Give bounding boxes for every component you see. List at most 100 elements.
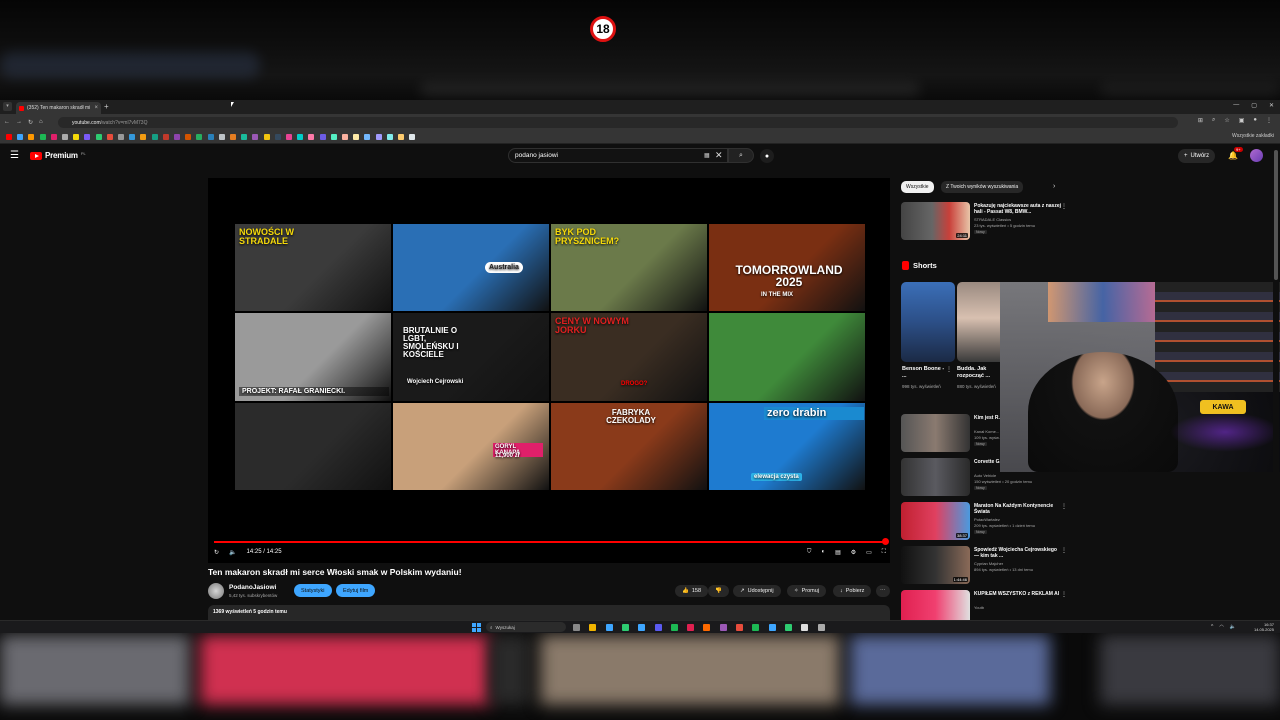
taskbar-app-icon[interactable]	[687, 624, 695, 631]
notifications-bell-icon[interactable]: 🔔	[1228, 151, 1238, 160]
theater-mode-icon[interactable]: ▭	[866, 549, 872, 556]
settings-gear-icon[interactable]: ⚙	[851, 549, 856, 556]
bookmark-favicon-icon[interactable]	[196, 134, 203, 140]
more-vert-icon[interactable]: ⋮	[1061, 203, 1067, 210]
browser-tab-youtube[interactable]: (352) Ten makaron skradł mi s... ×	[16, 102, 101, 114]
minimize-icon[interactable]: —	[1233, 102, 1239, 109]
channel-avatar[interactable]	[208, 583, 224, 599]
taskbar-app-icon[interactable]	[605, 624, 613, 631]
bookmark-favicon-icon[interactable]	[106, 134, 113, 140]
bookmark-favicon-icon[interactable]	[263, 134, 270, 140]
taskbar-app-icon[interactable]	[817, 624, 825, 631]
short-title[interactable]: Benson Boone - ...	[902, 366, 948, 380]
reload-icon[interactable]: ↻	[28, 119, 33, 126]
progress-scrubber[interactable]	[882, 538, 889, 545]
taskbar-app-icon[interactable]	[736, 624, 743, 631]
end-screen-tile[interactable]: CENY W NOWYM JORKU DROGO?	[551, 313, 707, 401]
like-button[interactable]: 👍 158	[675, 585, 709, 597]
clear-search-icon[interactable]: ✕	[715, 150, 723, 161]
statistics-button[interactable]: Statystyki	[294, 584, 332, 597]
end-screen-tile[interactable]: zero drabin elewacja czysta	[709, 402, 865, 490]
taskbar-app-icon[interactable]	[638, 624, 646, 631]
zoom-icon[interactable]: ⌕	[1212, 117, 1215, 124]
speaker-icon[interactable]: 🔈	[1230, 624, 1236, 630]
end-screen-tile[interactable]: NOWOŚCI W STRADALE	[235, 224, 391, 312]
taskbar-app-icon[interactable]	[670, 624, 678, 631]
bookmark-favicon-icon[interactable]	[39, 134, 46, 140]
short-title[interactable]: Budda. Jak rozpocząć ...	[957, 366, 1003, 380]
end-screen-tile[interactable]: BYK POD PRYSZNICEM?	[551, 224, 707, 312]
video-player[interactable]: NOWOŚCI W STRADALE Australia BYK POD PRYSZ…	[208, 178, 890, 563]
bookmark-favicon-icon[interactable]	[308, 134, 315, 140]
bookmark-favicon-icon[interactable]	[62, 134, 68, 140]
taskbar-app-icon[interactable]	[621, 624, 629, 631]
bookmark-favicon-icon[interactable]	[17, 134, 24, 140]
download-button[interactable]: ↓ Pobierz	[833, 585, 872, 597]
short-thumbnail[interactable]	[901, 282, 955, 362]
taskbar-app-icon[interactable]	[801, 624, 809, 631]
bookmark-favicon-icon[interactable]	[297, 134, 304, 140]
back-icon[interactable]: ←	[4, 119, 10, 125]
end-screen-tile[interactable]: FABRYKA CZEKOLADY	[551, 402, 707, 490]
more-vert-icon[interactable]: ⋮	[1061, 503, 1067, 510]
keyboard-icon[interactable]: ▦	[704, 152, 710, 159]
search-input[interactable]: podano jasiowi	[508, 148, 728, 163]
bookmark-favicon-icon[interactable]	[50, 134, 57, 140]
tab-search-icon[interactable]: ▾	[3, 102, 12, 111]
bookmark-favicon-icon[interactable]	[140, 134, 147, 140]
bookmark-favicon-icon[interactable]	[118, 134, 124, 140]
profile-icon[interactable]: ●	[1253, 117, 1257, 124]
bookmark-favicon-icon[interactable]	[398, 134, 404, 140]
taskbar-search[interactable]: ⌕ Wyszukaj	[486, 622, 566, 632]
more-vert-icon[interactable]: ⋮	[1061, 547, 1067, 554]
bookmark-favicon-icon[interactable]	[409, 134, 416, 140]
bookmark-favicon-icon[interactable]	[252, 134, 259, 140]
scrollbar-thumb[interactable]	[1274, 150, 1278, 280]
bookmark-favicon-icon[interactable]	[241, 134, 248, 140]
bookmark-favicon-icon[interactable]	[185, 134, 192, 140]
bookmark-favicon-icon[interactable]	[84, 134, 91, 140]
end-screen-tile[interactable]: BRUTALNIE O LGBT, SMOLEŃSKU I KOŚCIELE Wo…	[393, 313, 549, 401]
bookmark-favicon-icon[interactable]	[28, 134, 35, 140]
taskbar-app-icon[interactable]	[719, 624, 727, 631]
promote-button[interactable]: ✧ Promuj	[787, 585, 827, 597]
hamburger-menu-icon[interactable]: ☰	[10, 150, 19, 161]
close-window-icon[interactable]: ✕	[1269, 102, 1274, 109]
recommendation-item[interactable]: 1:44:46 Spowiedź Wojciecha Cejrowskiego …	[901, 546, 1071, 586]
dislike-button[interactable]: 👎	[708, 585, 729, 597]
maximize-icon[interactable]: ▢	[1251, 102, 1257, 109]
fullscreen-icon[interactable]: ⛶	[882, 549, 886, 556]
all-bookmarks[interactable]: Wszystkie zakładki	[1232, 133, 1274, 139]
recommendation-item[interactable]: KUPIŁEM WSZYSTKO z REKLAM AI Youtb ⋮	[901, 590, 1071, 620]
chip-all[interactable]: Wszystkie	[901, 181, 934, 193]
description-box[interactable]: 1369 wyświetleń 5 godzin temu	[208, 605, 890, 620]
bookmark-favicon-icon[interactable]	[286, 134, 292, 140]
recommendation-item[interactable]: 38:37 Maraton Na Każdym Kontynencie Świa…	[901, 502, 1071, 542]
chevron-up-icon[interactable]: ^	[1211, 624, 1213, 630]
install-icon[interactable]: ⊞	[1198, 117, 1203, 124]
taskbar-app-icon[interactable]	[752, 624, 760, 631]
url-field[interactable]: youtube.com/watch?v=ml7vM73Q	[58, 117, 1178, 128]
end-screen-tile[interactable]	[235, 402, 391, 490]
bookmark-favicon-icon[interactable]	[95, 134, 102, 140]
extensions-icon[interactable]: ▣	[1239, 117, 1245, 124]
taskbar-app-icon[interactable]	[768, 624, 776, 631]
taskbar-app-icon[interactable]	[573, 624, 580, 631]
end-screen-tile[interactable]: TOMORROWLAND 2025 IN THE MIX	[709, 224, 865, 312]
edit-video-button[interactable]: Edytuj film	[336, 584, 376, 597]
progress-bar[interactable]	[214, 541, 886, 543]
taskbar-app-icon[interactable]	[654, 624, 662, 631]
forward-icon[interactable]: →	[16, 119, 22, 125]
search-button[interactable]: ⌕	[728, 148, 754, 163]
end-screen-tile[interactable]: PROJEKT: RAFAŁ GRANIECKI.	[235, 313, 391, 401]
browser-menu-icon[interactable]: ⋮	[1266, 117, 1272, 124]
wifi-icon[interactable]: ◠	[1219, 624, 1223, 630]
voice-search-button[interactable]: ●	[760, 149, 774, 163]
more-vert-icon[interactable]: ⋮	[1061, 591, 1067, 598]
volume-icon[interactable]: 🔈	[229, 549, 236, 556]
bookmark-favicon-icon[interactable]	[364, 134, 371, 140]
youtube-premium-logo[interactable]: Premium PL	[30, 151, 86, 160]
bookmark-favicon-icon[interactable]	[386, 134, 393, 140]
share-button[interactable]: ↗ Udostępnij	[733, 585, 781, 597]
end-screen-tile[interactable]: GORYL KANAPA 11,900 zł	[393, 402, 549, 490]
